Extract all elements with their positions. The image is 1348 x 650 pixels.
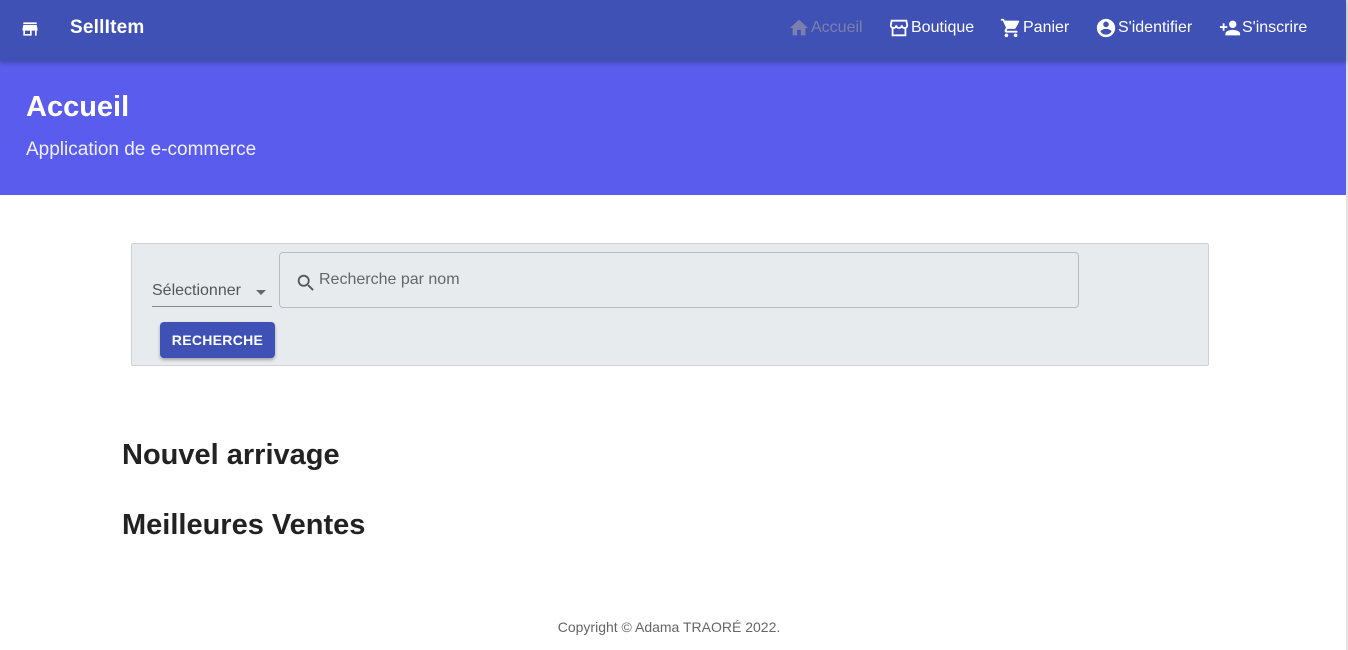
nav-home-label: Accueil — [811, 19, 863, 36]
best-sellers-heading: Meilleures Ventes — [122, 509, 366, 541]
nav-register[interactable]: S'inscrire — [1219, 17, 1307, 39]
store-icon[interactable] — [20, 19, 40, 39]
nav-register-label: S'inscrire — [1242, 19, 1308, 36]
new-arrivals-heading: Nouvel arrivage — [122, 439, 340, 471]
page-title: Accueil — [26, 91, 130, 123]
page-header: Accueil Application de e-commerce — [0, 61, 1346, 195]
category-select-value: Sélectionner — [152, 282, 241, 299]
home-icon — [789, 19, 809, 36]
search-input[interactable] — [317, 267, 1061, 293]
search-icon — [297, 274, 314, 291]
nav-login[interactable]: S'identifier — [1095, 17, 1192, 39]
dropdown-arrow-icon — [256, 290, 266, 295]
storefront-icon — [889, 19, 909, 37]
account-circle-icon — [1096, 18, 1116, 38]
nav-cart-label: Panier — [1023, 19, 1070, 36]
page-subtitle: Application de e-commerce — [26, 139, 257, 160]
nav-shop-label: Boutique — [911, 19, 975, 36]
search-field[interactable] — [279, 252, 1079, 308]
nav-shop[interactable]: Boutique — [888, 17, 974, 39]
person-add-icon — [1219, 20, 1241, 36]
nav-home[interactable]: Accueil — [788, 17, 863, 39]
search-panel: Sélectionner RECHERCHE — [131, 243, 1209, 366]
search-button[interactable]: RECHERCHE — [160, 322, 275, 358]
shopping-cart-icon — [1000, 18, 1020, 38]
category-select[interactable]: Sélectionner — [152, 278, 272, 307]
nav-cart[interactable]: Panier — [1000, 17, 1069, 39]
brand-name[interactable]: SellItem — [70, 17, 144, 39]
nav-login-label: S'identifier — [1118, 19, 1193, 36]
footer-copyright: Copyright © Adama TRAORÉ 2022. — [557, 619, 781, 635]
app-bar: SellItem Accueil Boutique Panier S'ident… — [0, 0, 1346, 61]
